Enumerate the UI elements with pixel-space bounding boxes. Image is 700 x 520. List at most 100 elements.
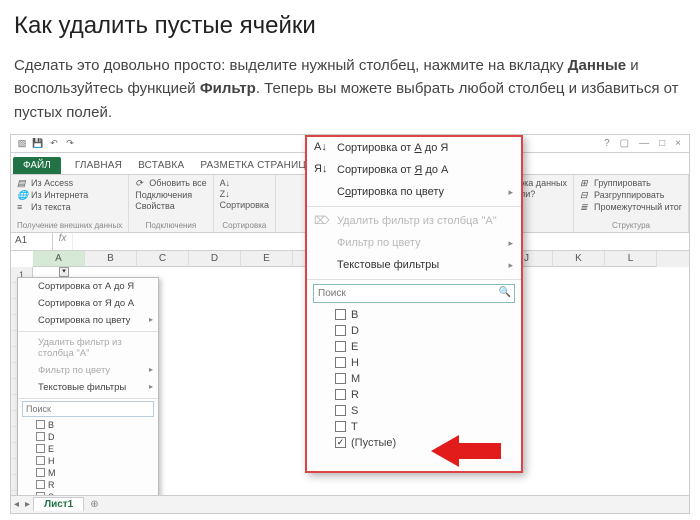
check-item[interactable]: B [36, 419, 152, 431]
ribbon-toggle-icon[interactable]: ▢ [620, 138, 629, 149]
mi-text-filters[interactable]: Текстовые фильтры▸ [307, 254, 521, 276]
check-item[interactable]: M [319, 371, 513, 387]
check-item[interactable]: E [319, 339, 513, 355]
btn-properties[interactable]: Свойства [135, 201, 206, 211]
excel-icon: ▧ [15, 136, 29, 150]
ungroup-icon: ⊟ [580, 190, 591, 201]
separator [18, 331, 158, 332]
filter-dropdown-a[interactable]: ▾ [59, 267, 69, 277]
filter-menu-highlighted: A↓ Сортировка от А до Я Я↓ Сортировка от… [305, 135, 523, 473]
check-item[interactable]: D [36, 431, 152, 443]
btn-from-text[interactable]: ≡Из текста [17, 202, 122, 213]
mi-sort-za[interactable]: Сортировка от Я до А [18, 295, 158, 312]
sheet-tab[interactable]: Лист1 [33, 497, 84, 511]
article: Как удалить пустые ячейки Сделать это до… [0, 0, 700, 134]
bold-filter: Фильтр [200, 80, 256, 97]
btn-sort[interactable]: Сортировка [220, 200, 269, 210]
text: Сделать это довольно просто: выделите ну… [14, 57, 568, 74]
col-header[interactable]: K [553, 251, 605, 267]
separator [307, 279, 521, 280]
mi-sort-color[interactable]: Сортировка по цвету▸ [307, 181, 521, 203]
tab-home[interactable]: ГЛАВНАЯ [67, 157, 130, 174]
check-item[interactable]: R [319, 387, 513, 403]
ribbon-group-external-data: ▤Из Access 🌐Из Интернета ≡Из текста Полу… [11, 175, 129, 232]
excel-screenshot: ▧ 💾 ↶ ↷ Книга1 - Excel ? ▢ — □ × ФАЙЛ ГЛ… [10, 134, 690, 514]
btn-sort-az[interactable]: A↓ [220, 178, 269, 188]
search-icon: 🔍 [499, 287, 511, 298]
group-caption: Получение внешних данных [17, 221, 122, 232]
clear-filter-icon: ⌦ [314, 214, 328, 228]
callout-arrow-icon [431, 433, 501, 472]
col-header[interactable]: C [137, 251, 189, 267]
mi-filter-color: Фильтр по цвету▸ [307, 232, 521, 254]
col-header[interactable]: L [605, 251, 657, 267]
tab-page-layout[interactable]: РАЗМЕТКА СТРАНИЦЫ [192, 157, 323, 174]
group-caption: Подключения [135, 221, 206, 232]
mi-sort-color[interactable]: Сортировка по цвету▸ [18, 312, 158, 329]
web-icon: 🌐 [17, 190, 28, 201]
help-icon[interactable]: ? [604, 138, 610, 149]
sort-az-icon: A↓ [314, 141, 328, 155]
check-item[interactable]: D [319, 323, 513, 339]
mi-clear-filter: ⌦ Удалить фильтр из столбца "A" [307, 210, 521, 232]
search-box [22, 401, 154, 417]
btn-from-web[interactable]: 🌐Из Интернета [17, 190, 122, 201]
col-header-a[interactable]: A [33, 251, 85, 267]
btn-subtotal[interactable]: ≣Промежуточный итог [580, 202, 682, 213]
check-item[interactable]: S [319, 403, 513, 419]
col-header[interactable]: D [189, 251, 241, 267]
check-item[interactable]: H [319, 355, 513, 371]
add-sheet-icon[interactable]: ⊕ [84, 499, 104, 510]
check-item[interactable]: E [36, 443, 152, 455]
mi-sort-az[interactable]: A↓ Сортировка от А до Я [307, 137, 521, 159]
article-paragraph: Сделать это довольно просто: выделите ну… [14, 54, 686, 124]
close-icon[interactable]: × [675, 138, 681, 149]
btn-sort-za[interactable]: Z↓ [220, 189, 269, 199]
window-controls: ? ▢ — □ × [604, 138, 689, 149]
ribbon-group-outline: ⊞Группировать ⊟Разгруппировать ≣Промежут… [574, 175, 689, 232]
check-item[interactable]: R [36, 479, 152, 491]
fx-icon[interactable]: fx [53, 233, 73, 250]
btn-from-access[interactable]: ▤Из Access [17, 178, 122, 189]
subtotal-icon: ≣ [580, 202, 591, 213]
text-icon: ≡ [17, 202, 28, 213]
checklist: B D E H M R S T (Пустые) [319, 307, 513, 451]
btn-group[interactable]: ⊞Группировать [580, 178, 682, 189]
group-icon: ⊞ [580, 178, 591, 189]
check-item[interactable]: H [36, 455, 152, 467]
maximize-icon[interactable]: □ [659, 138, 665, 149]
btn-ungroup[interactable]: ⊟Разгруппировать [580, 190, 682, 201]
sort-za-icon: Я↓ [314, 163, 328, 177]
sheet-tabs: ◂ ▸ Лист1 ⊕ [11, 495, 689, 513]
undo-icon[interactable]: ↶ [47, 136, 61, 150]
btn-refresh-all[interactable]: ⟳Обновить все [135, 178, 206, 189]
minimize-icon[interactable]: — [639, 138, 649, 149]
chevron-right-icon: ▸ [508, 260, 513, 271]
mi-clear-filter: Удалить фильтр из столбца "A" [18, 334, 158, 362]
save-icon[interactable]: 💾 [31, 136, 45, 150]
redo-icon[interactable]: ↷ [63, 136, 77, 150]
col-header[interactable]: E [241, 251, 293, 267]
access-icon: ▤ [17, 178, 28, 189]
search-input[interactable] [313, 284, 515, 303]
sheet-nav-prev-icon[interactable]: ◂ [11, 499, 22, 510]
mi-filter-color: Фильтр по цвету▸ [18, 362, 158, 379]
mi-sort-za[interactable]: Я↓ Сортировка от Я до А [307, 159, 521, 181]
chevron-right-icon: ▸ [149, 365, 153, 374]
name-box[interactable]: A1 [11, 233, 53, 250]
chevron-right-icon: ▸ [149, 315, 153, 324]
bold-data: Данные [568, 57, 626, 74]
tab-file[interactable]: ФАЙЛ [13, 157, 61, 174]
mi-text-filters[interactable]: Текстовые фильтры▸ [18, 379, 158, 396]
tab-insert[interactable]: ВСТАВКА [130, 157, 192, 174]
col-header[interactable]: B [85, 251, 137, 267]
chevron-right-icon: ▸ [508, 187, 513, 198]
btn-connections[interactable]: Подключения [135, 190, 206, 200]
search-input[interactable] [22, 401, 154, 417]
mi-sort-az[interactable]: Сортировка от А до Я [18, 278, 158, 295]
check-item[interactable]: M [36, 467, 152, 479]
quick-access-toolbar: ▧ 💾 ↶ ↷ [11, 136, 77, 150]
group-caption: Структура [580, 221, 682, 232]
check-item[interactable]: B [319, 307, 513, 323]
sheet-nav-next-icon[interactable]: ▸ [22, 499, 33, 510]
